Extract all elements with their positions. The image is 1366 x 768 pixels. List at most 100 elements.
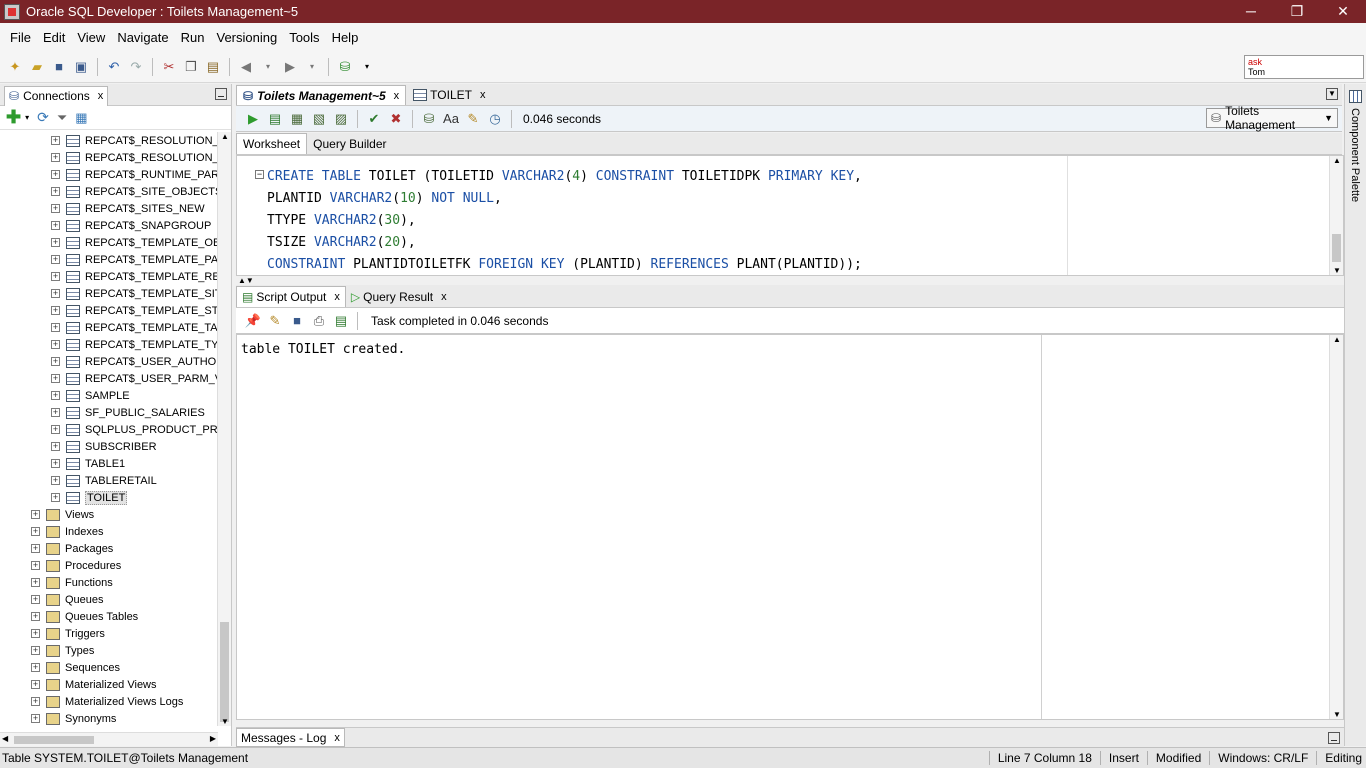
tree-vertical-scrollbar[interactable]: ▲ ▼ [217,132,231,726]
minimize-panel-icon[interactable] [1328,732,1340,744]
menu-help[interactable]: Help [326,30,365,45]
tree-item-folder[interactable]: + Views [0,506,218,523]
close-icon[interactable]: x [334,732,340,744]
new-icon[interactable]: ✦ [6,58,24,76]
scroll-up-icon[interactable]: ▲ [221,132,229,141]
tree-item-table[interactable]: + REPCAT$_TEMPLATE_OBJE [0,234,218,251]
tree-item-table[interactable]: + REPCAT$_TEMPLATE_STAT [0,302,218,319]
scroll-thumb[interactable] [220,622,229,722]
expand-icon[interactable]: + [51,187,60,196]
tree-item-folder[interactable]: + Synonyms [0,710,218,726]
tree-item-table[interactable]: + REPCAT$_RESOLUTION_M [0,132,218,149]
pin-icon[interactable]: 📌 [244,312,262,330]
tree-item-folder[interactable]: + Packages [0,540,218,557]
close-icon[interactable]: x [441,291,447,303]
sql-connection-dropdown-icon[interactable]: ▾ [358,58,376,76]
tab-toilets-management[interactable]: ⛁ Toilets Management~5 x [236,85,407,105]
restore-button[interactable]: ❐ [1274,0,1320,23]
tab-query-builder[interactable]: Query Builder [307,133,392,154]
rollback-icon[interactable]: ✖ [387,110,405,128]
tree-item-folder[interactable]: + Types [0,642,218,659]
expand-icon[interactable]: + [31,595,40,604]
tree-item-table[interactable]: + REPCAT$_TEMPLATE_REFG [0,268,218,285]
scroll-down-icon[interactable]: ▼ [1333,710,1341,719]
expand-icon[interactable]: + [51,323,60,332]
back-dropdown-icon[interactable]: ▾ [259,58,277,76]
tree-item-table[interactable]: + REPCAT$_SNAPGROUP [0,217,218,234]
expand-icon[interactable]: + [51,459,60,468]
tree-horizontal-scrollbar[interactable]: ◀ ▶ [0,732,218,746]
add-connection-icon[interactable]: ✚ [6,107,21,128]
history-icon[interactable]: ◷ [486,110,504,128]
explain-plan-icon[interactable]: ▦ [288,110,306,128]
component-palette-sidebar[interactable]: Component Palette [1344,84,1366,746]
tree-item-folder[interactable]: + Indexes [0,523,218,540]
tree-item-table[interactable]: + REPCAT$_TEMPLATE_PARM [0,251,218,268]
expand-icon[interactable]: + [31,612,40,621]
menu-edit[interactable]: Edit [37,30,71,45]
expand-icon[interactable]: + [51,357,60,366]
expand-icon[interactable]: + [31,629,40,638]
copy-icon[interactable]: ❐ [182,58,200,76]
format-icon[interactable]: Aa [442,110,460,128]
minimize-panel-icon[interactable] [215,88,227,100]
tab-query-result[interactable]: ▷ Query Result x [346,286,452,307]
expand-icon[interactable]: + [51,136,60,145]
scroll-left-icon[interactable]: ◀ [2,734,8,743]
expand-icon[interactable]: + [51,408,60,417]
tree-item-table[interactable]: + REPCAT$_SITE_OBJECTS [0,183,218,200]
undo-icon[interactable]: ↶ [105,58,123,76]
scroll-up-icon[interactable]: ▲ [1333,156,1341,165]
splitter-arrows-icon[interactable]: ▲▼ [238,276,254,285]
tree-item-table[interactable]: + TABLERETAIL [0,472,218,489]
tab-messages-log[interactable]: Messages - Log x [236,728,345,747]
expand-icon[interactable]: + [31,714,40,723]
cut-icon[interactable]: ✂ [160,58,178,76]
tree-item-table[interactable]: + SQLPLUS_PRODUCT_PROF [0,421,218,438]
tree-item-table[interactable]: + REPCAT$_USER_AUTHORI [0,353,218,370]
redo-icon[interactable]: ↷ [127,58,145,76]
menu-tools[interactable]: Tools [283,30,325,45]
schema-browser-icon[interactable]: ▦ [75,110,87,126]
expand-icon[interactable]: + [31,578,40,587]
expand-icon[interactable]: + [51,476,60,485]
fold-icon[interactable]: − [255,170,264,179]
scroll-down-icon[interactable]: ▼ [221,717,229,726]
expand-icon[interactable]: + [31,680,40,689]
save-output-icon[interactable]: ■ [288,312,306,330]
ask-tom-search[interactable]: ask Tom [1244,55,1364,79]
open-icon[interactable]: ▰ [28,58,46,76]
menu-run[interactable]: Run [175,30,211,45]
expand-icon[interactable]: + [31,561,40,570]
expand-icon[interactable]: + [51,238,60,247]
expand-icon[interactable]: + [51,221,60,230]
expand-icon[interactable]: + [31,527,40,536]
tab-script-output[interactable]: ▤ Script Output x [236,286,346,307]
expand-icon[interactable]: + [51,374,60,383]
menu-navigate[interactable]: Navigate [111,30,174,45]
back-icon[interactable]: ◀ [237,58,255,76]
save-all-icon[interactable]: ▣ [72,58,90,76]
refresh-icon[interactable]: ⟳ [37,109,49,126]
sql-connection-icon[interactable]: ⛁ [336,58,354,76]
paste-icon[interactable]: ▤ [204,58,222,76]
sql-editor[interactable]: − CREATE TABLE TOILET (TOILETID VARCHAR2… [236,155,1344,276]
expand-icon[interactable]: + [31,510,40,519]
close-icon[interactable]: x [98,90,104,102]
tab-toilet[interactable]: TOILET x [406,85,492,105]
tree-item-table[interactable]: + REPCAT$_TEMPLATE_TYPE [0,336,218,353]
editor-vertical-scrollbar[interactable]: ▲ ▼ [1329,156,1343,275]
close-button[interactable]: ✕ [1320,0,1366,23]
tab-list-icon[interactable]: ▼ [1326,88,1338,100]
connections-tab[interactable]: ⛁ Connections x [4,85,109,106]
autotrace-icon[interactable]: ▧ [310,110,328,128]
expand-icon[interactable]: + [51,340,60,349]
output-vertical-scrollbar[interactable]: ▲ ▼ [1329,335,1343,719]
tree-item-table[interactable]: + SAMPLE [0,387,218,404]
tree-item-table[interactable]: + TABLE1 [0,455,218,472]
close-icon[interactable]: x [394,90,400,102]
menu-versioning[interactable]: Versioning [210,30,283,45]
buffer-size-icon[interactable]: ▤ [332,312,350,330]
tree-item-folder[interactable]: + Functions [0,574,218,591]
expand-icon[interactable]: + [51,153,60,162]
